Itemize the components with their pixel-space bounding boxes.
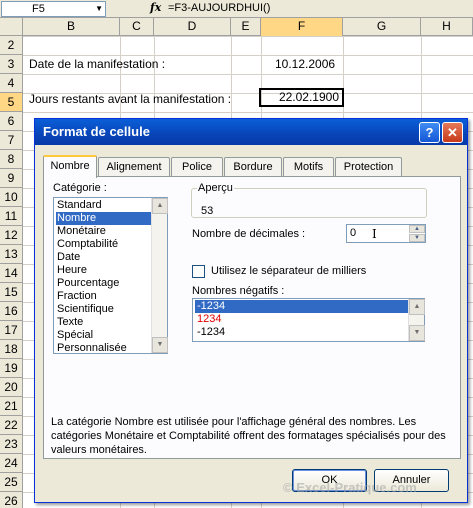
increment-icon[interactable]: ▲ bbox=[409, 225, 425, 233]
help-button[interactable]: ? bbox=[419, 122, 440, 143]
decrement-icon[interactable]: ▼ bbox=[409, 234, 425, 242]
watermark: © Excel-Pratique.com bbox=[283, 480, 417, 495]
column-header-e[interactable]: E bbox=[231, 18, 261, 36]
row-header[interactable]: 13 bbox=[0, 245, 23, 264]
category-scrollbar[interactable]: ▲ ▼ bbox=[151, 198, 168, 353]
negatives-scrollbar[interactable]: ▲ ▼ bbox=[408, 299, 425, 341]
list-item[interactable]: Fraction bbox=[56, 290, 152, 303]
scroll-down-icon[interactable]: ▼ bbox=[152, 337, 168, 353]
list-item[interactable]: Texte bbox=[56, 316, 152, 329]
format-cells-dialog: Format de cellule ? ✕ Nombre Alignement … bbox=[34, 118, 468, 503]
decimals-input[interactable]: 0 bbox=[350, 227, 356, 239]
formula-bar: F5 ▼ fx =F3-AUJOURDHUI() bbox=[0, 0, 473, 18]
category-list[interactable]: Standard Nombre Monétaire Comptabilité D… bbox=[53, 197, 168, 354]
tab-alignement[interactable]: Alignement bbox=[98, 157, 170, 177]
select-all-corner[interactable] bbox=[0, 18, 23, 36]
row-header[interactable]: 19 bbox=[0, 359, 23, 378]
row-header[interactable]: 22 bbox=[0, 416, 23, 435]
dialog-titlebar[interactable]: Format de cellule ? ✕ bbox=[35, 119, 467, 145]
list-item[interactable]: Standard bbox=[56, 199, 152, 212]
row-header[interactable]: 12 bbox=[0, 226, 23, 245]
category-description: La catégorie Nombre est utilisée pour l'… bbox=[51, 416, 446, 456]
cell-f3[interactable]: 10.12.2006 bbox=[275, 57, 335, 71]
row-header[interactable]: 7 bbox=[0, 131, 23, 150]
row-header[interactable]: 26 bbox=[0, 492, 23, 508]
row-header[interactable]: 9 bbox=[0, 169, 23, 188]
function-icon[interactable]: fx bbox=[150, 1, 161, 14]
thousands-separator-checkbox[interactable] bbox=[192, 265, 205, 278]
thousands-separator-label[interactable]: Utilisez le séparateur de milliers bbox=[211, 265, 366, 277]
decimals-label: Nombre de décimales : bbox=[192, 228, 306, 240]
list-item[interactable]: Nombre bbox=[56, 212, 152, 225]
column-header-f[interactable]: F bbox=[261, 18, 343, 36]
preview-value: 53 bbox=[201, 205, 214, 217]
preview-label: Aperçu bbox=[197, 182, 234, 194]
list-item[interactable]: Spécial bbox=[56, 329, 152, 342]
negatives-label: Nombres négatifs : bbox=[192, 285, 285, 297]
row-header[interactable]: 18 bbox=[0, 340, 23, 359]
text-cursor-icon: I bbox=[372, 227, 377, 241]
cell-b3[interactable]: Date de la manifestation : bbox=[29, 57, 165, 71]
row-header[interactable]: 2 bbox=[0, 36, 23, 55]
row-header[interactable]: 6 bbox=[0, 112, 23, 131]
scroll-up-icon[interactable]: ▲ bbox=[409, 299, 425, 315]
row-header[interactable]: 15 bbox=[0, 283, 23, 302]
column-header-h[interactable]: H bbox=[421, 18, 473, 36]
tab-panel-nombre: Catégorie : Standard Nombre Monétaire Co… bbox=[43, 176, 461, 459]
list-item[interactable]: Personnalisée bbox=[56, 342, 152, 355]
list-item[interactable]: Scientifique bbox=[56, 303, 152, 316]
category-label: Catégorie : bbox=[53, 182, 107, 194]
stepper-buttons: ▲ ▼ bbox=[409, 225, 425, 242]
column-header-c[interactable]: C bbox=[120, 18, 154, 36]
list-item[interactable]: Pourcentage bbox=[56, 277, 152, 290]
column-header-g[interactable]: G bbox=[343, 18, 421, 36]
row-header[interactable]: 24 bbox=[0, 454, 23, 473]
scroll-down-icon[interactable]: ▼ bbox=[409, 325, 425, 341]
list-item[interactable]: 1234 bbox=[195, 313, 409, 326]
chevron-down-icon[interactable]: ▼ bbox=[95, 2, 103, 16]
tab-motifs[interactable]: Motifs bbox=[283, 157, 334, 177]
list-item[interactable]: Date bbox=[56, 251, 152, 264]
cell-b5[interactable]: Jours restants avant la manifestation : bbox=[29, 92, 231, 106]
row-header[interactable]: 4 bbox=[0, 74, 23, 93]
column-headers: B C D E F G H bbox=[0, 18, 473, 36]
row-header[interactable]: 20 bbox=[0, 378, 23, 397]
row-header[interactable]: 21 bbox=[0, 397, 23, 416]
row-header[interactable]: 10 bbox=[0, 188, 23, 207]
row-header[interactable]: 11 bbox=[0, 207, 23, 226]
row-header[interactable]: 8 bbox=[0, 150, 23, 169]
name-box[interactable]: F5 ▼ bbox=[1, 1, 106, 17]
column-header-b[interactable]: B bbox=[23, 18, 120, 36]
scroll-up-icon[interactable]: ▲ bbox=[152, 198, 168, 214]
list-item[interactable]: -1234 bbox=[195, 300, 409, 313]
preview-group: Aperçu 53 bbox=[191, 182, 427, 218]
formula-input[interactable]: =F3-AUJOURDHUI() bbox=[168, 2, 270, 14]
dialog-title: Format de cellule bbox=[43, 124, 150, 139]
decimals-stepper[interactable]: 0 I ▲ ▼ bbox=[346, 224, 426, 243]
list-item[interactable]: -1234 bbox=[195, 326, 409, 339]
tab-police[interactable]: Police bbox=[171, 157, 223, 177]
tab-protection[interactable]: Protection bbox=[335, 157, 402, 177]
row-header[interactable]: 3 bbox=[0, 55, 23, 74]
cell-f5-active[interactable]: 22.02.1900 bbox=[259, 88, 344, 107]
close-button[interactable]: ✕ bbox=[442, 122, 463, 143]
list-item[interactable]: Comptabilité bbox=[56, 238, 152, 251]
row-header[interactable]: 14 bbox=[0, 264, 23, 283]
name-box-value: F5 bbox=[32, 3, 45, 15]
column-header-d[interactable]: D bbox=[154, 18, 231, 36]
list-item[interactable]: Heure bbox=[56, 264, 152, 277]
row-header[interactable]: 25 bbox=[0, 473, 23, 492]
row-header[interactable]: 5 bbox=[0, 93, 23, 112]
row-header[interactable]: 23 bbox=[0, 435, 23, 454]
negative-numbers-list[interactable]: -1234 1234 -1234 ▲ ▼ bbox=[192, 298, 425, 342]
row-header[interactable]: 16 bbox=[0, 302, 23, 321]
row-header[interactable]: 17 bbox=[0, 321, 23, 340]
tab-bordure[interactable]: Bordure bbox=[224, 157, 282, 177]
list-item[interactable]: Monétaire bbox=[56, 225, 152, 238]
tab-nombre[interactable]: Nombre bbox=[43, 155, 97, 178]
